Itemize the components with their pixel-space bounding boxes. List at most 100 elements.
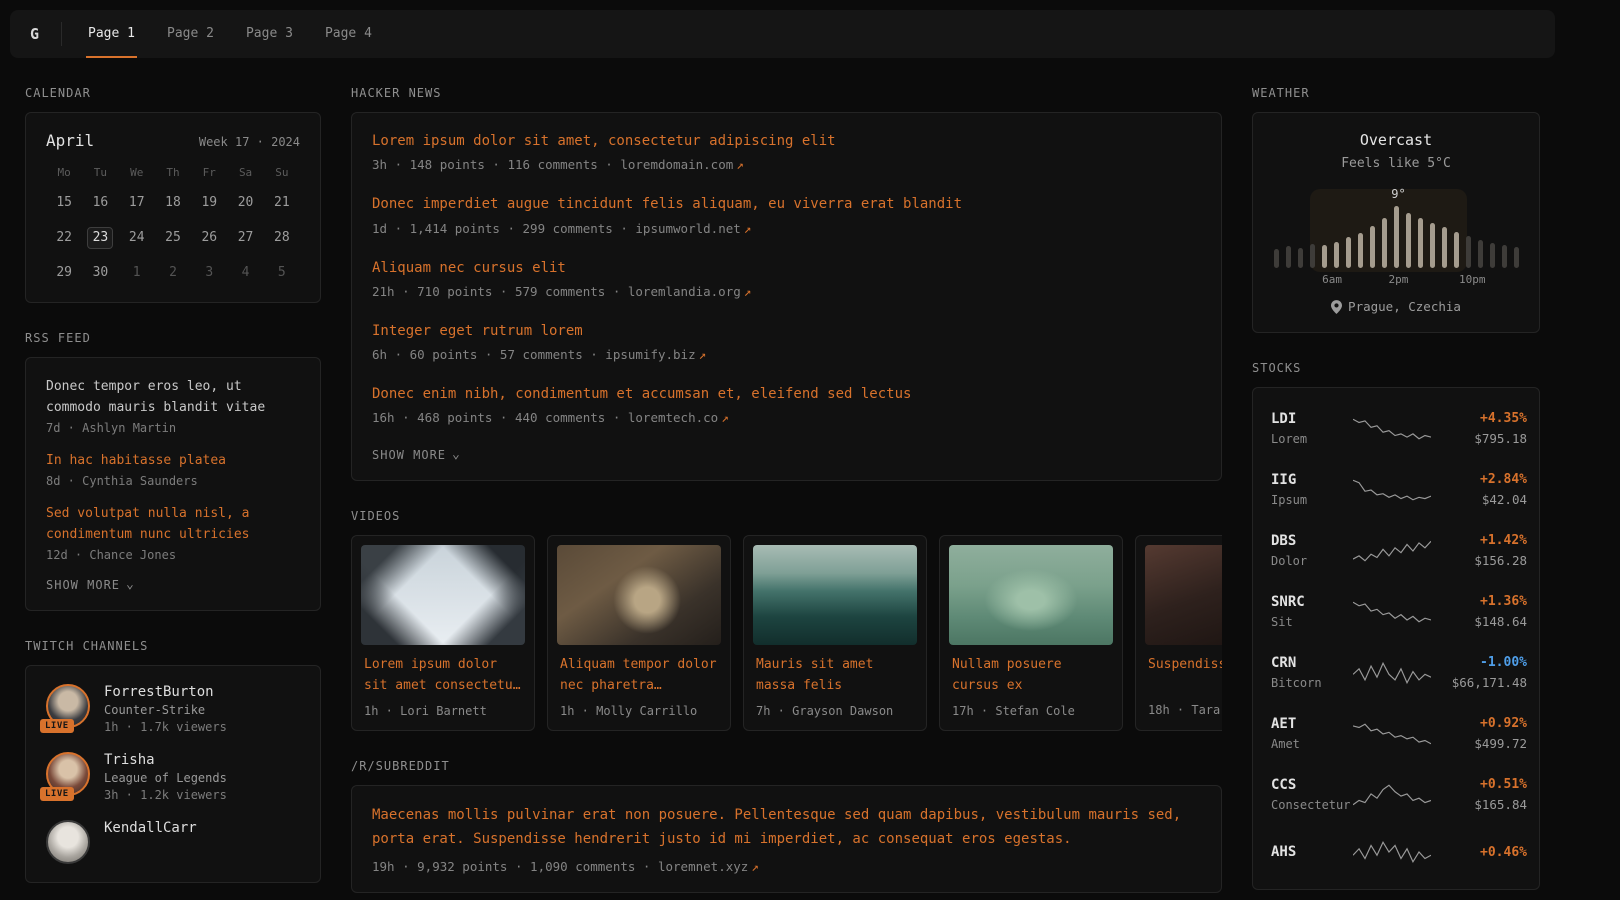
video-thumbnail[interactable]: [557, 545, 721, 645]
weather-widget-title: WEATHER: [1252, 86, 1540, 100]
channel-avatar[interactable]: LIVE: [46, 752, 90, 796]
stock-change: +2.84%: [1431, 472, 1527, 487]
channel-name-link[interactable]: Trisha: [104, 752, 227, 768]
calendar-day: 17: [119, 192, 155, 214]
hn-domain-link[interactable]: loremlandia.org: [628, 284, 741, 299]
stock-price: $42.04: [1431, 492, 1527, 507]
stock-row[interactable]: CRN Bitcorn -1.00% $66,171.48: [1271, 642, 1521, 703]
tab-page-2[interactable]: Page 2: [165, 10, 216, 58]
rss-show-more-button[interactable]: SHOW MORE ⌄: [46, 577, 135, 592]
weather-time-labels: 6am 2pm 10pm: [1273, 273, 1519, 287]
video-thumbnail[interactable]: [949, 545, 1113, 645]
tab-page-1[interactable]: Page 1: [86, 10, 137, 58]
channel-name-link[interactable]: ForrestBurton: [104, 684, 227, 700]
hackernews-widget-title: HACKER NEWS: [351, 86, 1222, 100]
hn-item: Lorem ipsum dolor sit amet, consectetur …: [372, 131, 1201, 172]
video-title-link[interactable]: Suspendisse diam: [1148, 655, 1222, 695]
chevron-down-icon: ⌄: [452, 447, 461, 462]
subreddit-card: Maecenas mollis pulvinar erat non posuer…: [351, 785, 1222, 894]
video-title-link[interactable]: Mauris sit amet massa felis: [756, 655, 914, 695]
stock-sparkline: [1353, 781, 1431, 809]
weather-chart: 9° 6am 2pm 10pm: [1273, 187, 1519, 287]
stock-change: +0.92%: [1431, 716, 1527, 731]
stock-price: $165.84: [1431, 797, 1527, 812]
stock-id: CRN Bitcorn: [1271, 655, 1353, 690]
tab-page-4[interactable]: Page 4: [323, 10, 374, 58]
stock-change: -1.00%: [1431, 655, 1527, 670]
stock-name: Bitcorn: [1271, 676, 1353, 690]
stock-id: DBS Dolor: [1271, 533, 1353, 568]
rss-item: Sed volutpat nulla nisl, a condimentum n…: [46, 503, 300, 562]
stock-row[interactable]: SNRC Sit +1.36% $148.64: [1271, 581, 1521, 642]
calendar-day: 18: [155, 192, 191, 214]
channel-avatar[interactable]: LIVE: [46, 684, 90, 728]
subreddit-widget-title: /R/SUBREDDIT: [351, 759, 1222, 773]
hn-show-more-button[interactable]: SHOW MORE ⌄: [372, 447, 461, 462]
weather-location: Prague, Czechia: [1273, 299, 1519, 314]
reddit-post-link[interactable]: Maecenas mollis pulvinar erat non posuer…: [372, 804, 1184, 852]
stock-row[interactable]: DBS Dolor +1.42% $156.28: [1271, 520, 1521, 581]
stock-change: +4.35%: [1431, 411, 1527, 426]
reddit-post-meta: 19h · 9,932 points · 1,090 comments · lo…: [372, 859, 1201, 874]
twitch-card: LIVE ForrestBurton Counter-Strike 1h · 1…: [25, 665, 321, 883]
video-card: Nullam posuere cursus ex 17h · Stefan Co…: [939, 535, 1123, 730]
twitch-widget: TWITCH CHANNELS LIVE ForrestBurton Count…: [25, 639, 321, 883]
calendar-day: 16: [82, 192, 118, 214]
stock-price: $156.28: [1431, 553, 1527, 568]
rss-item-link[interactable]: Donec tempor eros leo, ut commodo mauris…: [46, 376, 300, 418]
hn-domain-link[interactable]: ipsumworld.net: [635, 221, 740, 236]
external-link-icon: ↗: [721, 410, 729, 425]
weather-card: Overcast Feels like 5°C 9° 6am 2pm 10pm: [1252, 112, 1540, 333]
stock-row[interactable]: AET Amet +0.92% $499.72: [1271, 703, 1521, 764]
calendar-grid: Mo Tu We Th Fr Sa Su 15 16 17 18 19 20 2…: [46, 166, 300, 284]
rss-item-link[interactable]: Sed volutpat nulla nisl, a condimentum n…: [46, 503, 300, 545]
stock-values: +1.36% $148.64: [1431, 594, 1527, 629]
hackernews-card: Lorem ipsum dolor sit amet, consectetur …: [351, 112, 1222, 481]
video-title-link[interactable]: Aliquam tempor dolor nec pharetra…: [560, 655, 718, 695]
subreddit-widget: /R/SUBREDDIT Maecenas mollis pulvinar er…: [351, 759, 1222, 894]
calendar-day: 20: [227, 192, 263, 214]
hn-story-meta: 16h · 468 points · 440 comments · loremt…: [372, 410, 1201, 425]
calendar-dow: Su: [264, 166, 300, 179]
video-thumbnail[interactable]: [361, 545, 525, 645]
video-card: Lorem ipsum dolor sit amet consectetu… 1…: [351, 535, 535, 730]
channel-name-link[interactable]: KendallCarr: [104, 820, 197, 836]
calendar-day-next-month: 2: [155, 262, 191, 284]
video-title-link[interactable]: Lorem ipsum dolor sit amet consectetu…: [364, 655, 522, 695]
channel-info: Trisha League of Legends 3h · 1.2k viewe…: [104, 752, 227, 802]
app-logo[interactable]: G: [30, 22, 62, 46]
hn-story-link[interactable]: Aliquam nec cursus elit: [372, 258, 1201, 278]
hn-story-link[interactable]: Donec enim nibh, condimentum et accumsan…: [372, 384, 1201, 404]
stock-row[interactable]: LDI Lorem +4.35% $795.18: [1271, 398, 1521, 459]
rss-item-link[interactable]: In hac habitasse platea: [46, 450, 300, 471]
external-link-icon: ↗: [751, 859, 759, 874]
hn-story-meta: 6h · 60 points · 57 comments · ipsumify.…: [372, 347, 1201, 362]
hn-item: Donec imperdiet augue tincidunt felis al…: [372, 194, 1201, 235]
stock-row[interactable]: CCS Consectetur +0.51% $165.84: [1271, 764, 1521, 825]
calendar-dow: Tu: [82, 166, 118, 179]
stock-sparkline: [1353, 838, 1431, 866]
video-thumbnail[interactable]: [753, 545, 917, 645]
stock-row[interactable]: IIG Ipsum +2.84% $42.04: [1271, 459, 1521, 520]
calendar-day: 15: [46, 192, 82, 214]
calendar-dow: We: [119, 166, 155, 179]
stock-symbol: AHS: [1271, 844, 1353, 860]
calendar-card: April Week 17 · 2024 Mo Tu We Th Fr Sa S…: [25, 112, 321, 303]
hn-story-link[interactable]: Lorem ipsum dolor sit amet, consectetur …: [372, 131, 1201, 151]
hn-domain-link[interactable]: ipsumify.biz: [605, 347, 695, 362]
video-title-link[interactable]: Nullam posuere cursus ex: [952, 655, 1110, 695]
reddit-domain-link[interactable]: loremnet.xyz: [658, 859, 748, 874]
hn-domain-link[interactable]: loremdomain.com: [620, 157, 733, 172]
stock-id: IIG Ipsum: [1271, 472, 1353, 507]
hn-story-link[interactable]: Integer eget rutrum lorem: [372, 321, 1201, 341]
weather-time: 6am: [1322, 273, 1342, 286]
tab-page-3[interactable]: Page 3: [244, 10, 295, 58]
channel-avatar[interactable]: [46, 820, 90, 864]
calendar-day-next-month: 3: [191, 262, 227, 284]
video-thumbnail[interactable]: [1145, 545, 1222, 645]
hn-domain-link[interactable]: loremtech.co: [628, 410, 718, 425]
video-meta: 7h · Grayson Dawson: [756, 704, 914, 718]
stock-row[interactable]: AHS +0.46%: [1271, 825, 1521, 879]
hn-story-link[interactable]: Donec imperdiet augue tincidunt felis al…: [372, 194, 1201, 214]
external-link-icon: ↗: [744, 221, 752, 236]
